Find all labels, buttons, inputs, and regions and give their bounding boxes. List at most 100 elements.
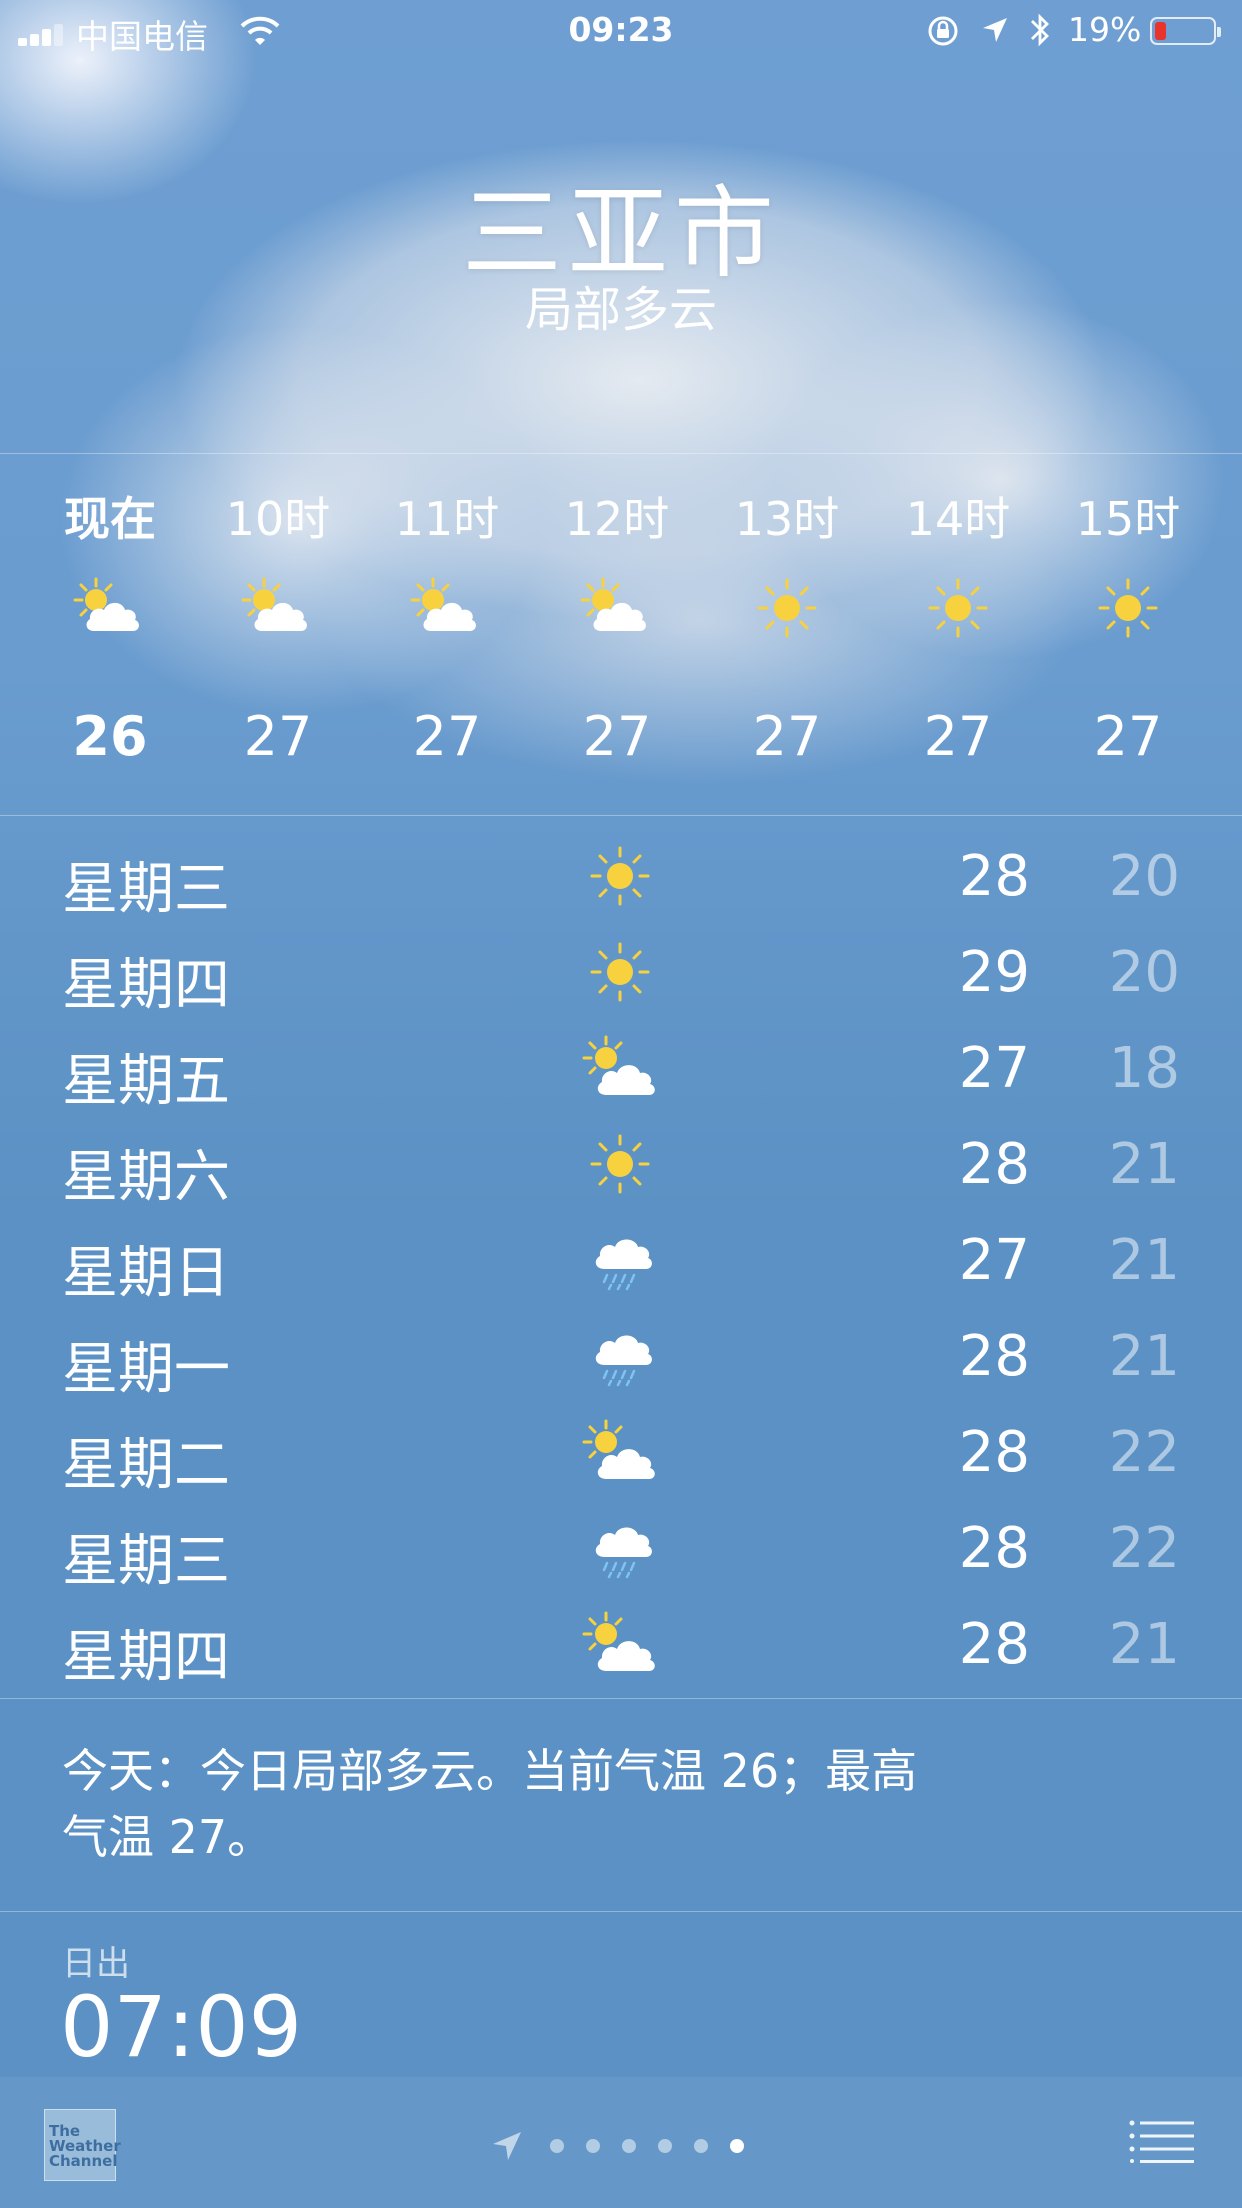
day-name: 星期五: [62, 1049, 230, 1114]
divider: [0, 453, 1242, 454]
summary-line: 今天：今日局部多云。当前气温 26；最高: [62, 1744, 918, 1798]
day-name: 星期二: [62, 1433, 230, 1498]
battery-percent: 19%: [1068, 10, 1142, 49]
day-name: 星期日: [62, 1241, 230, 1306]
day-name: 星期三: [62, 857, 230, 922]
sun-icon: [747, 573, 827, 643]
rain-icon: [580, 1320, 660, 1392]
summary-line: 气温 27。: [62, 1810, 274, 1864]
page-dot[interactable]: [622, 2139, 636, 2153]
hourly-forecast[interactable]: 现在 26 10时 27 11时 27 12时 27 13时 27 14时 27: [0, 455, 1242, 815]
partly-cloudy-icon: [580, 1416, 660, 1488]
status-bar: 中国电信 09:23 19%: [0, 0, 1242, 60]
partly-cloudy-icon: [407, 573, 487, 643]
hour-temp: 27: [243, 705, 313, 768]
hour-temp: 26: [72, 705, 148, 768]
day-name: 星期四: [62, 953, 230, 1018]
day-low: 18: [1108, 1036, 1180, 1101]
day-row: 星期六 28 21: [0, 1118, 1242, 1214]
day-low: 21: [1108, 1324, 1180, 1389]
day-row: 星期日 27 21: [0, 1214, 1242, 1310]
page-dot[interactable]: [550, 2139, 564, 2153]
hour-time: 现在: [64, 492, 156, 546]
day-low: 22: [1108, 1420, 1180, 1485]
day-low: 20: [1108, 940, 1180, 1005]
day-low: 22: [1108, 1516, 1180, 1581]
partly-cloudy-icon: [577, 573, 657, 643]
day-high: 28: [958, 1324, 1030, 1389]
bottom-toolbar: The Weather Channel: [0, 2077, 1242, 2208]
hour-column: 14时 27: [873, 455, 1043, 815]
hour-column: 11时 27: [362, 455, 532, 815]
day-row: 星期三 28 22: [0, 1502, 1242, 1598]
hour-temp: 27: [923, 705, 993, 768]
divider: [0, 1698, 1242, 1699]
current-condition: 局部多云: [524, 282, 717, 338]
day-row: 星期四 28 21: [0, 1598, 1242, 1694]
page-dot-active[interactable]: [730, 2139, 744, 2153]
page-dot[interactable]: [586, 2139, 600, 2153]
hour-time: 15时: [1075, 492, 1181, 546]
divider: [0, 1911, 1242, 1912]
location-arrow-icon: [493, 2132, 521, 2160]
hour-column: 13时 27: [702, 455, 872, 815]
day-row: 星期四 29 20: [0, 926, 1242, 1022]
hour-time: 12时: [564, 492, 670, 546]
hour-column: 15时 27: [1043, 455, 1213, 815]
day-high: 27: [958, 1036, 1030, 1101]
status-time: 09:23: [568, 10, 674, 49]
rotation-lock-icon: [928, 16, 958, 46]
hour-time: 11时: [394, 492, 500, 546]
day-name: 星期四: [62, 1625, 230, 1690]
hour-temp: 27: [1093, 705, 1163, 768]
weather-channel-logo[interactable]: The Weather Channel: [44, 2109, 121, 2181]
day-name: 星期三: [62, 1529, 230, 1594]
day-name: 星期一: [62, 1337, 230, 1402]
hour-column: 10时 27: [193, 455, 363, 815]
sun-icon: [918, 573, 998, 643]
day-high: 28: [958, 1516, 1030, 1581]
day-low: 21: [1108, 1612, 1180, 1677]
hour-temp: 27: [752, 705, 822, 768]
hour-temp: 27: [412, 705, 482, 768]
rain-icon: [580, 1224, 660, 1296]
sunrise-value: 07:09: [60, 1978, 303, 2076]
page-indicator[interactable]: [490, 2127, 770, 2167]
rain-icon: [580, 1512, 660, 1584]
sun-icon: [580, 1128, 660, 1200]
page-dot[interactable]: [694, 2139, 708, 2153]
divider: [0, 815, 1242, 816]
day-low: 21: [1108, 1228, 1180, 1293]
partly-cloudy-icon: [70, 573, 150, 643]
day-name: 星期六: [62, 1145, 230, 1210]
day-row: 星期二 28 22: [0, 1406, 1242, 1502]
day-high: 28: [958, 844, 1030, 909]
hour-temp: 27: [582, 705, 652, 768]
partly-cloudy-icon: [580, 1032, 660, 1104]
partly-cloudy-icon: [238, 573, 318, 643]
day-row: 星期一 28 21: [0, 1310, 1242, 1406]
bluetooth-icon: [1031, 13, 1049, 47]
day-high: 28: [958, 1132, 1030, 1197]
hour-time: 14时: [905, 492, 1011, 546]
day-low: 21: [1108, 1132, 1180, 1197]
page-dot[interactable]: [658, 2139, 672, 2153]
list-icon[interactable]: [1128, 2119, 1196, 2163]
hour-time: 10时: [225, 492, 331, 546]
day-high: 27: [958, 1228, 1030, 1293]
day-high: 29: [958, 940, 1030, 1005]
sun-icon: [580, 840, 660, 912]
day-high: 28: [958, 1420, 1030, 1485]
partly-cloudy-icon: [580, 1608, 660, 1680]
day-row: 星期五 27 18: [0, 1022, 1242, 1118]
battery-icon: [1150, 17, 1221, 45]
day-low: 20: [1108, 844, 1180, 909]
today-summary: 今天：今日局部多云。当前气温 26；最高 气温 27。: [62, 1738, 1062, 1870]
sun-icon: [580, 936, 660, 1008]
sun-icon: [1088, 573, 1168, 643]
hour-column: 现在 26: [25, 455, 195, 815]
day-row: 星期三 28 20: [0, 830, 1242, 926]
hour-time: 13时: [734, 492, 840, 546]
day-high: 28: [958, 1612, 1030, 1677]
weather-screen: 中国电信 09:23 19% 三亚市 局部多云 现在 26 10时 27 11时…: [0, 0, 1242, 2208]
